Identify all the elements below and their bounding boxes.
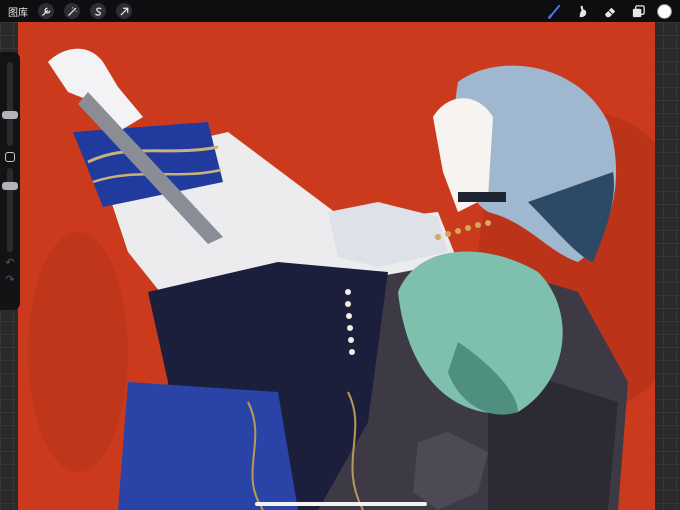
drawing-canvas[interactable] [18,22,655,510]
adjustments-icon[interactable] [64,3,80,19]
opacity-thumb[interactable] [2,182,18,190]
left-sidebar: ↶ ↷ [0,52,20,310]
opacity-slider[interactable] [2,168,18,252]
layers-icon[interactable] [629,2,647,20]
home-indicator[interactable] [255,502,427,506]
toolbar-left: 图库 [8,3,132,19]
transform-icon[interactable] [116,3,132,19]
choker [458,192,506,202]
toolbar-right [545,2,672,20]
eraser-icon[interactable] [601,2,619,20]
brush-size-thumb[interactable] [2,111,18,119]
background-shadow [28,232,128,472]
blue-robe [118,382,298,510]
brush-size-slider[interactable] [2,62,18,146]
brush-icon[interactable] [545,2,563,20]
gallery-button[interactable]: 图库 [8,4,28,19]
modify-button[interactable] [5,152,15,162]
top-toolbar: 图库 [0,0,680,22]
artwork [18,22,655,510]
selection-icon[interactable] [90,3,106,19]
actions-icon[interactable] [38,3,54,19]
smudge-icon[interactable] [573,2,591,20]
redo-icon[interactable]: ↷ [5,275,14,286]
undo-icon[interactable]: ↶ [5,258,14,269]
color-picker-button[interactable] [657,3,672,19]
